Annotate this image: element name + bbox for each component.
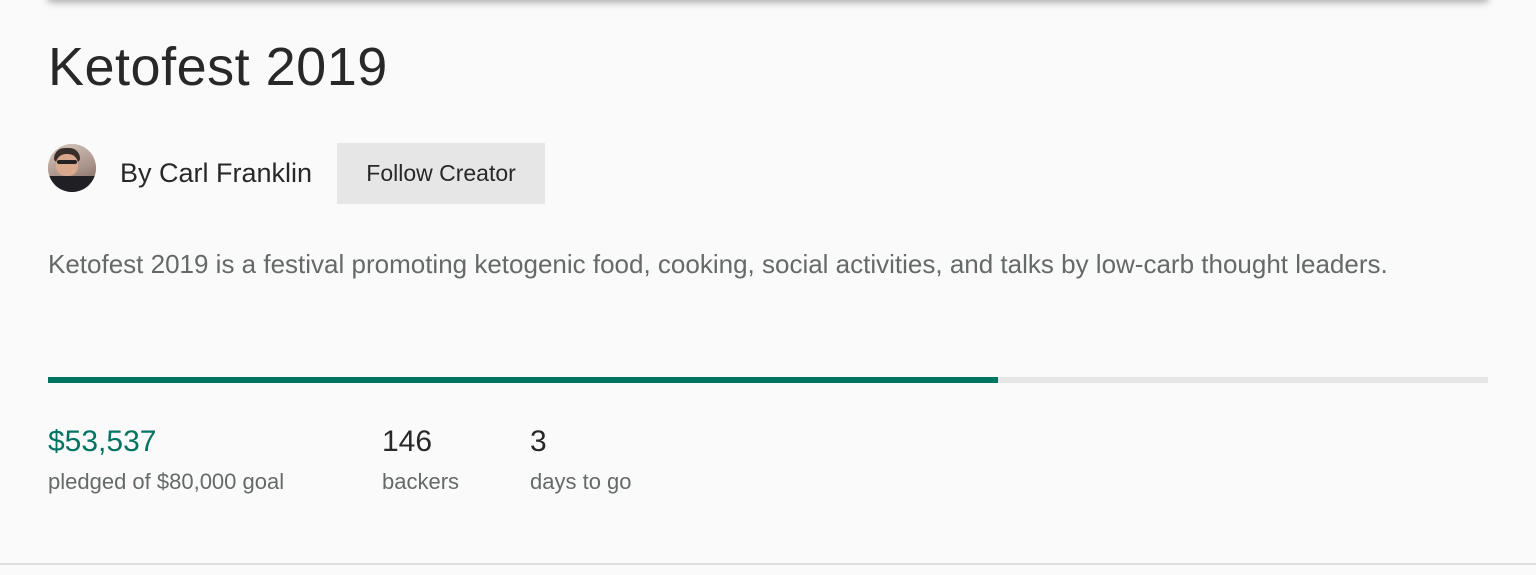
days-count: 3: [530, 425, 547, 458]
section-divider: [0, 563, 1536, 565]
days-label: days to go: [530, 469, 632, 494]
pledged-amount: $53,537: [48, 425, 157, 458]
avatar-face: [56, 153, 78, 176]
funding-progress-fill: [48, 377, 999, 383]
stat-pledged: $53,537 pledged of $80,000 goal: [48, 422, 382, 502]
project-header: Ketofest 2019 By Carl Franklin Follow Cr…: [0, 0, 1536, 575]
avatar-shirt: [48, 175, 96, 192]
funding-stats: $53,537 pledged of $80,000 goal 146 back…: [48, 422, 632, 502]
funding-progress-bar: [48, 377, 1488, 383]
creator-row: By Carl Franklin Follow Creator: [48, 143, 546, 204]
creator-avatar[interactable]: [48, 143, 96, 192]
creator-name[interactable]: By Carl Franklin: [120, 158, 312, 189]
backers-label: backers: [382, 469, 460, 494]
stat-backers: 146 backers: [382, 422, 530, 502]
backers-count: 146: [382, 425, 433, 458]
stat-days: 3 days to go: [530, 422, 632, 502]
follow-creator-button[interactable]: Follow Creator: [337, 143, 546, 204]
project-description: Ketofest 2019 is a festival promoting ke…: [48, 249, 1388, 279]
project-title: Ketofest 2019: [48, 37, 388, 97]
avatar-glasses: [57, 159, 77, 164]
pledged-goal-label: pledged of $80,000 goal: [48, 469, 285, 494]
